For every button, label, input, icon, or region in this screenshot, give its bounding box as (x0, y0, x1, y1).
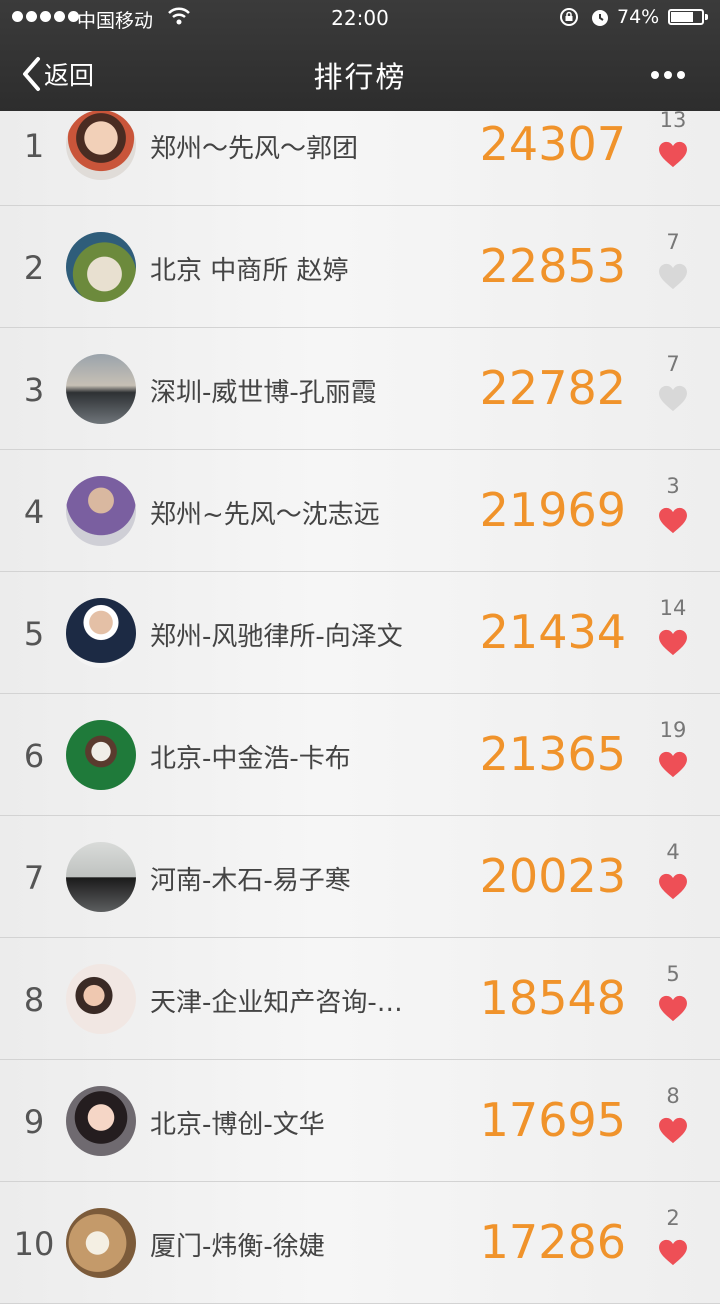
list-item[interactable]: 9 北京-博创-文华 17695 8 (0, 1060, 720, 1182)
user-name: 厦门-炜衡-徐婕 (150, 1232, 325, 1262)
user-name: 天津-企业知产咨询-… (150, 988, 403, 1018)
user-name: 郑州-风驰律所-向泽文 (150, 622, 403, 652)
heart-icon[interactable] (658, 873, 688, 900)
like-count: 8 (666, 1084, 680, 1108)
battery-percent: 74% (617, 6, 660, 28)
heart-icon[interactable] (658, 263, 688, 290)
leaderboard-list: 1 郑州～先风～郭团 24307 13 2 北京 中商所 赵婷 22853 7 3 深圳-威世博-… (0, 84, 720, 1304)
rank-number: 4 (23, 493, 45, 531)
list-item[interactable]: 6 北京-中金浩-卡布 21365 19 (0, 694, 720, 816)
avatar[interactable] (66, 232, 136, 302)
like-count: 13 (659, 108, 687, 132)
like-count: 3 (666, 474, 680, 498)
page-title: 排行榜 (313, 60, 407, 94)
status-time: 22:00 (331, 6, 389, 30)
heart-icon[interactable] (658, 507, 688, 534)
rank-number: 9 (23, 1103, 45, 1141)
top-bar: 中国移动 22:00 74% 返回 排行榜 (0, 0, 720, 111)
like-count: 5 (666, 962, 680, 986)
battery-tip (705, 14, 708, 20)
step-score: 21365 (479, 727, 626, 781)
heart-icon[interactable] (658, 1239, 688, 1266)
list-item[interactable]: 3 深圳-威世博-孔丽霞 22782 7 (0, 328, 720, 450)
step-score: 17695 (479, 1093, 626, 1147)
user-name: 北京-中金浩-卡布 (150, 744, 351, 774)
rank-number: 7 (23, 859, 45, 897)
step-score: 21434 (479, 605, 626, 659)
rotation-lock-icon (560, 8, 578, 26)
heart-icon[interactable] (658, 751, 688, 778)
like-count: 4 (666, 840, 680, 864)
rank-number: 8 (23, 981, 45, 1019)
rank-number: 3 (23, 371, 45, 409)
list-item[interactable]: 10 厦门-炜衡-徐婕 17286 2 (0, 1182, 720, 1304)
user-name: 深圳-威世博-孔丽霞 (150, 378, 377, 408)
user-name: 北京 中商所 赵婷 (150, 256, 349, 286)
avatar[interactable] (66, 720, 136, 790)
avatar[interactable] (66, 354, 136, 424)
like-count: 7 (666, 352, 680, 376)
list-item[interactable]: 5 郑州-风驰律所-向泽文 21434 14 (0, 572, 720, 694)
user-name: 郑州~先风～沈志远 (150, 500, 380, 530)
avatar[interactable] (66, 1086, 136, 1156)
step-score: 22782 (479, 361, 626, 415)
step-score: 18548 (479, 971, 626, 1025)
status-bar: 中国移动 22:00 74% (0, 0, 720, 36)
list-item[interactable]: 8 天津-企业知产咨询-… 18548 5 (0, 938, 720, 1060)
battery-icon (668, 9, 704, 25)
heart-icon[interactable] (658, 1117, 688, 1144)
list-item[interactable]: 7 河南-木石-易子寒 20023 4 (0, 816, 720, 938)
avatar[interactable] (66, 842, 136, 912)
list-item[interactable]: 4 郑州~先风～沈志远 21969 3 (0, 450, 720, 572)
avatar[interactable] (66, 476, 136, 546)
more-button[interactable] (651, 71, 685, 79)
rank-number: 10 (13, 1225, 55, 1263)
step-score: 20023 (479, 849, 626, 903)
heart-icon[interactable] (658, 995, 688, 1022)
rank-number: 6 (23, 737, 45, 775)
like-count: 2 (666, 1206, 680, 1230)
like-count: 7 (666, 230, 680, 254)
avatar[interactable] (66, 598, 136, 668)
like-count: 19 (659, 718, 687, 742)
step-score: 21969 (479, 483, 626, 537)
list-item[interactable]: 2 北京 中商所 赵婷 22853 7 (0, 206, 720, 328)
avatar[interactable] (66, 1208, 136, 1278)
user-name: 郑州～先风～郭团 (150, 134, 359, 164)
nav-bar: 返回 排行榜 (0, 40, 720, 108)
step-score: 17286 (479, 1215, 626, 1269)
step-score: 22853 (479, 239, 626, 293)
avatar[interactable] (66, 964, 136, 1034)
alarm-icon (592, 10, 608, 26)
step-score: 24307 (479, 117, 626, 171)
user-name: 北京-博创-文华 (150, 1110, 325, 1140)
rank-number: 5 (23, 615, 45, 653)
like-count: 14 (659, 596, 687, 620)
battery-level (671, 12, 694, 22)
rank-number: 2 (23, 249, 45, 287)
heart-icon[interactable] (658, 629, 688, 656)
user-name: 河南-木石-易子寒 (150, 866, 351, 896)
heart-icon[interactable] (658, 385, 688, 412)
heart-icon[interactable] (658, 141, 688, 168)
rank-number: 1 (23, 127, 45, 165)
avatar[interactable] (66, 110, 136, 180)
more-dots-icon (651, 71, 659, 79)
